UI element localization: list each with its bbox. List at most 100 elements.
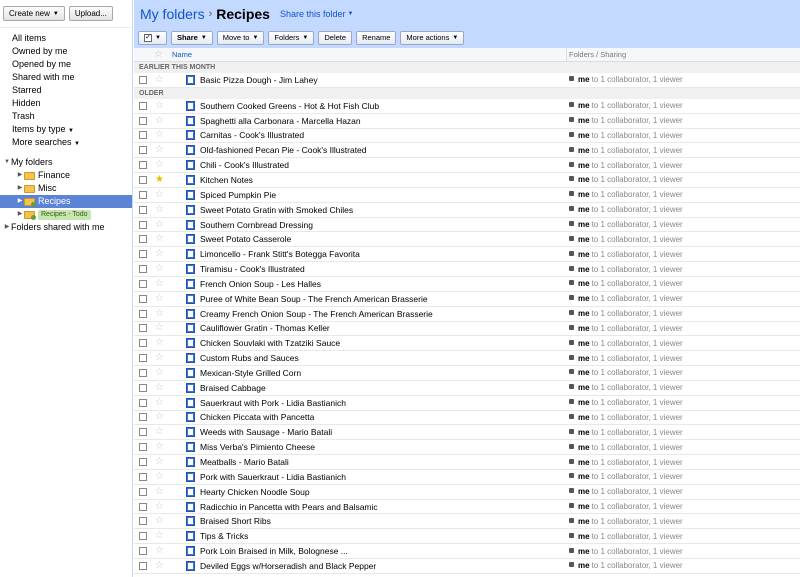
sidebar-item-all-items[interactable]: All items: [0, 32, 132, 45]
sidebar-item-items-by-type[interactable]: Items by type ▼: [0, 123, 132, 136]
star-icon[interactable]: ☆: [155, 367, 164, 378]
row-checkbox[interactable]: [139, 101, 147, 110]
file-title[interactable]: Chicken Piccata with Pancetta: [200, 412, 314, 422]
row-checkbox[interactable]: [139, 487, 147, 496]
move-to-button[interactable]: Move to ▼: [216, 30, 265, 45]
share-button[interactable]: Share ▼: [170, 30, 213, 45]
file-row[interactable]: ☆ Southern Cornbread Dressing me to 1 colla…: [134, 218, 800, 233]
file-title[interactable]: Sauerkraut with Pork - Lidia Bastianich: [200, 398, 346, 408]
row-checkbox[interactable]: [139, 517, 147, 526]
file-title[interactable]: Tiramisu - Cook's Illustrated: [200, 264, 305, 274]
share-folder-link[interactable]: Share this folder ▼: [280, 9, 354, 19]
file-row[interactable]: ☆ Spiced Pumpkin Pie me to 1 collaborator, …: [134, 188, 800, 203]
expand-right-icon[interactable]: ▶: [16, 208, 24, 221]
sidebar-item-trash[interactable]: Trash: [0, 110, 132, 123]
file-row[interactable]: ☆ Carnitas - Cook's Illustrated me to 1 col…: [134, 129, 800, 144]
star-icon[interactable]: ☆: [155, 501, 164, 512]
row-checkbox[interactable]: [139, 265, 147, 274]
row-checkbox[interactable]: [139, 294, 147, 303]
file-row[interactable]: ☆ Limoncello - Frank Stitt's Botegga Favo…: [134, 247, 800, 263]
sidebar-item-starred[interactable]: Starred: [0, 84, 132, 97]
star-column-icon[interactable]: ☆: [154, 49, 163, 60]
tree-folder-recipes[interactable]: ▶ Recipes: [0, 195, 132, 208]
row-checkbox[interactable]: [139, 458, 147, 467]
file-row[interactable]: ☆ Sweet Potato Gratin with Smoked Chiles m…: [134, 203, 800, 218]
star-icon[interactable]: ☆: [155, 560, 164, 571]
file-title[interactable]: Pork with Sauerkraut - Lidia Bastianich: [200, 472, 346, 482]
expand-right-icon[interactable]: ▶: [16, 169, 24, 182]
file-title[interactable]: Chicken Souvlaki with Tzatziki Sauce: [200, 338, 340, 348]
file-title[interactable]: Sweet Potato Casserole: [200, 234, 291, 244]
file-title[interactable]: Braised Cabbage: [200, 383, 266, 393]
star-icon[interactable]: ☆: [155, 219, 164, 230]
file-row[interactable]: ☆ Puree of White Bean Soup - The French A…: [134, 292, 800, 307]
file-row[interactable]: ☆ Pork Loin Braised in Milk, Bolognese ..…: [134, 544, 800, 559]
file-title[interactable]: Cauliflower Gratin - Thomas Keller: [200, 323, 330, 333]
star-icon[interactable]: ☆: [155, 457, 164, 467]
file-title[interactable]: Pork Loin Braised in Milk, Bolognese ...: [200, 546, 348, 556]
star-icon[interactable]: ☆: [155, 249, 164, 259]
star-icon[interactable]: ☆: [155, 145, 164, 155]
row-checkbox[interactable]: [139, 116, 147, 125]
expand-right-icon[interactable]: ▶: [16, 195, 24, 208]
row-checkbox[interactable]: [139, 502, 147, 511]
row-checkbox[interactable]: [139, 75, 147, 84]
row-checkbox[interactable]: [139, 250, 147, 259]
file-row[interactable]: ☆ Chicken Souvlaki with Tzatziki Sauce me t…: [134, 336, 800, 352]
file-row[interactable]: ☆ Custom Rubs and Sauces me to 1 collaborat…: [134, 351, 800, 367]
file-title[interactable]: French Onion Soup - Les Halles: [200, 279, 321, 289]
row-checkbox[interactable]: [139, 428, 147, 437]
row-checkbox[interactable]: [139, 175, 147, 184]
row-checkbox[interactable]: [139, 324, 147, 333]
file-title[interactable]: Southern Cornbread Dressing: [200, 220, 313, 230]
star-icon[interactable]: ☆: [155, 234, 164, 244]
star-icon[interactable]: ☆: [155, 160, 164, 170]
expand-right-icon[interactable]: ▶: [3, 221, 11, 234]
delete-button[interactable]: Delete: [318, 30, 353, 45]
star-icon[interactable]: ☆: [155, 486, 164, 497]
file-title[interactable]: Carnitas - Cook's Illustrated: [200, 130, 304, 140]
file-row[interactable]: ☆ Southern Cooked Greens - Hot & Hot Fish…: [134, 99, 800, 114]
star-icon[interactable]: ☆: [155, 204, 164, 215]
star-icon[interactable]: ☆: [155, 546, 164, 556]
star-icon[interactable]: ☆: [155, 293, 164, 304]
star-icon[interactable]: ☆: [155, 471, 164, 482]
select-menu-button[interactable]: ✓ ▼: [138, 30, 167, 45]
file-title[interactable]: Old-fashioned Pecan Pie - Cook's Illustr…: [200, 145, 367, 155]
star-icon[interactable]: ☆: [155, 74, 164, 85]
row-checkbox[interactable]: [139, 161, 147, 170]
file-title[interactable]: Kitchen Notes: [200, 175, 253, 185]
more-actions-button[interactable]: More actions ▼: [400, 30, 465, 45]
row-checkbox[interactable]: [139, 561, 147, 570]
row-checkbox[interactable]: [139, 339, 147, 348]
file-row[interactable]: ☆ Cauliflower Gratin - Thomas Keller me to …: [134, 322, 800, 337]
file-title[interactable]: Miss Verba's Pimiento Cheese: [200, 442, 315, 452]
file-row[interactable]: ☆ Tiramisu - Cook's Illustrated me to 1 col…: [134, 262, 800, 277]
file-row[interactable]: ☆ Sauerkraut with Pork - Lidia Bastianich…: [134, 396, 800, 411]
file-row[interactable]: ☆ Basic Pizza Dough - Jim Lahey me to 1 col…: [134, 73, 800, 88]
file-title[interactable]: Meatballs - Mario Batali: [200, 457, 289, 467]
sidebar-item-more-searches[interactable]: More searches ▼: [0, 136, 132, 149]
row-checkbox[interactable]: [139, 220, 147, 229]
file-title[interactable]: Chili - Cook's Illustrated: [200, 160, 289, 170]
row-checkbox[interactable]: [139, 532, 147, 541]
tree-my-folders[interactable]: ▼ My folders: [0, 156, 132, 169]
file-row[interactable]: ☆ Meatballs - Mario Batali me to 1 collabor…: [134, 455, 800, 470]
row-checkbox[interactable]: [139, 146, 147, 155]
rename-button[interactable]: Rename: [356, 30, 397, 45]
file-row[interactable]: ☆ Braised Cabbage me to 1 collaborator, 1 v…: [134, 381, 800, 396]
star-icon[interactable]: ☆: [155, 397, 164, 408]
file-row[interactable]: ☆ Chili - Cook's Illustrated me to 1 collab…: [134, 158, 800, 174]
row-checkbox[interactable]: [139, 205, 147, 214]
file-title[interactable]: Braised Short Ribs: [200, 516, 271, 526]
row-checkbox[interactable]: [139, 413, 147, 422]
row-checkbox[interactable]: [139, 131, 147, 140]
star-icon[interactable]: ☆: [155, 130, 164, 140]
file-title[interactable]: Spaghetti alla Carbonara - Marcella Haza…: [200, 116, 361, 126]
file-row[interactable]: ☆ Deviled Eggs w/Horseradish and Black Pe…: [134, 559, 800, 574]
row-checkbox[interactable]: [139, 354, 147, 363]
file-title[interactable]: Limoncello - Frank Stitt's Botegga Favor…: [200, 249, 360, 259]
star-icon[interactable]: ★: [155, 174, 164, 185]
star-icon[interactable]: ☆: [155, 338, 164, 348]
file-row[interactable]: ☆ Pork with Sauerkraut - Lidia Bastianich…: [134, 470, 800, 485]
